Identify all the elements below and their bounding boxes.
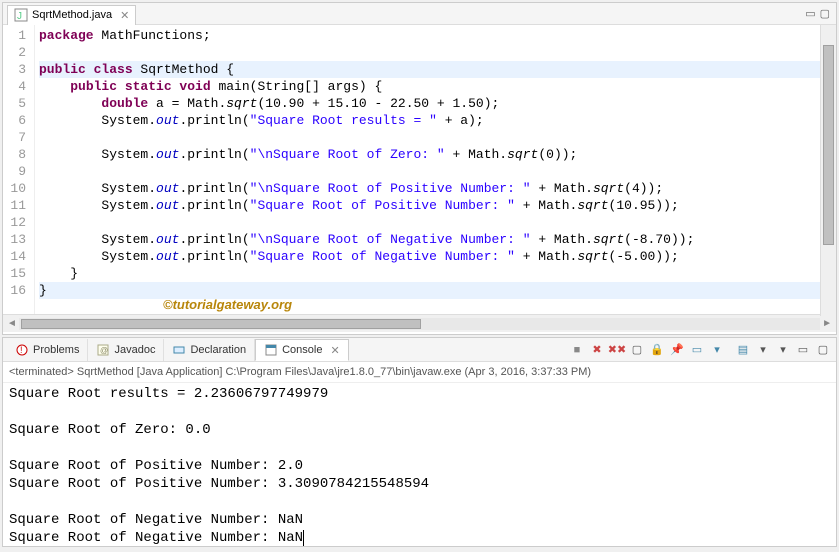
code-area[interactable]: 12345678910111213141516 package MathFunc… (3, 25, 836, 314)
code-line[interactable]: public class SqrtMethod { (39, 61, 832, 78)
problems-icon: ! (15, 343, 29, 357)
tab-console-label: Console (282, 344, 322, 356)
tab-declaration-label: Declaration (190, 344, 246, 356)
code-line[interactable]: System.out.println("Square Root of Posit… (39, 197, 832, 214)
scroll-right-icon[interactable]: ► (822, 318, 832, 329)
horizontal-scrollbar[interactable]: ◄ ► (3, 314, 836, 332)
terminated-status: <terminated> SqrtMethod [Java Applicatio… (3, 362, 836, 383)
editor-tab-label: SqrtMethod.java (32, 9, 112, 21)
remove-launch-icon[interactable]: ✖ (588, 341, 606, 359)
code-line[interactable]: public static void main(String[] args) { (39, 78, 832, 95)
maximize-icon[interactable]: ▢ (814, 341, 832, 359)
tab-problems[interactable]: ! Problems (7, 339, 88, 361)
tab-console[interactable]: Console ✕ (255, 339, 349, 361)
code-line[interactable] (39, 129, 832, 146)
editor-tab-bar: J SqrtMethod.java ✕ ▭ ▢ (3, 3, 836, 25)
pin-icon[interactable]: 📌 (668, 341, 686, 359)
scroll-lock-icon[interactable]: 🔒 (648, 341, 666, 359)
editor-pane: J SqrtMethod.java ✕ ▭ ▢ 1234567891011121… (2, 2, 837, 335)
code-line[interactable]: System.out.println("\nSquare Root of Pos… (39, 180, 832, 197)
line-gutter: 12345678910111213141516 (3, 25, 35, 314)
code-line[interactable]: } (39, 282, 832, 299)
remove-all-icon[interactable]: ✖✖ (608, 341, 626, 359)
console-dropdown-icon[interactable]: ▾ (754, 341, 772, 359)
display-dropdown-icon[interactable]: ▾ (708, 341, 726, 359)
console-toolbar: ■ ✖ ✖✖ ▢ 🔒 📌 ▭ ▾ ▤ ▾ ▾ ▭ ▢ (568, 341, 832, 359)
tab-javadoc-label: Javadoc (114, 344, 155, 356)
svg-text:J: J (17, 11, 22, 22)
close-icon[interactable]: ✕ (120, 9, 129, 22)
watermark: ©tutorialgateway.org (163, 297, 292, 312)
horizontal-scroll-track[interactable] (19, 318, 820, 330)
close-icon[interactable]: ✕ (330, 344, 339, 357)
scroll-left-icon[interactable]: ◄ (7, 318, 17, 329)
svg-text:@: @ (100, 346, 108, 355)
display-icon[interactable]: ▭ (688, 341, 706, 359)
maximize-icon[interactable]: ▢ (820, 7, 830, 20)
console-output[interactable]: Square Root results = 2.23606797749979 S… (3, 383, 836, 549)
code-line[interactable]: } (39, 265, 832, 282)
terminate-icon[interactable]: ■ (568, 341, 586, 359)
svg-text:!: ! (20, 345, 23, 355)
vertical-scrollbar[interactable] (820, 25, 836, 316)
code-content[interactable]: package MathFunctions; public class Sqrt… (35, 25, 836, 314)
bottom-pane: ! Problems @ Javadoc Declaration Console… (2, 337, 837, 547)
tab-declaration[interactable]: Declaration (164, 339, 255, 361)
editor-tab[interactable]: J SqrtMethod.java ✕ (7, 5, 136, 25)
javadoc-icon: @ (96, 343, 110, 357)
open-console-icon[interactable]: ▤ (734, 341, 752, 359)
code-line[interactable] (39, 44, 832, 61)
console-icon (264, 343, 278, 357)
code-line[interactable]: System.out.println("\nSquare Root of Zer… (39, 146, 832, 163)
java-file-icon: J (14, 8, 28, 22)
bottom-tab-bar: ! Problems @ Javadoc Declaration Console… (3, 338, 836, 362)
minimize-icon[interactable]: ▭ (794, 341, 812, 359)
code-line[interactable]: double a = Math.sqrt(10.90 + 15.10 - 22.… (39, 95, 832, 112)
code-line[interactable] (39, 163, 832, 180)
code-line[interactable] (39, 214, 832, 231)
code-line[interactable]: package MathFunctions; (39, 27, 832, 44)
vertical-scroll-thumb[interactable] (823, 45, 834, 245)
code-line[interactable]: System.out.println("Square Root results … (39, 112, 832, 129)
declaration-icon (172, 343, 186, 357)
minimize-icon[interactable]: ▭ (805, 7, 815, 20)
tab-javadoc[interactable]: @ Javadoc (88, 339, 164, 361)
new-console-icon[interactable]: ▾ (774, 341, 792, 359)
clear-icon[interactable]: ▢ (628, 341, 646, 359)
code-line[interactable]: System.out.println("Square Root of Negat… (39, 248, 832, 265)
tab-problems-label: Problems (33, 344, 79, 356)
horizontal-scroll-thumb[interactable] (21, 319, 421, 329)
code-line[interactable]: System.out.println("\nSquare Root of Neg… (39, 231, 832, 248)
